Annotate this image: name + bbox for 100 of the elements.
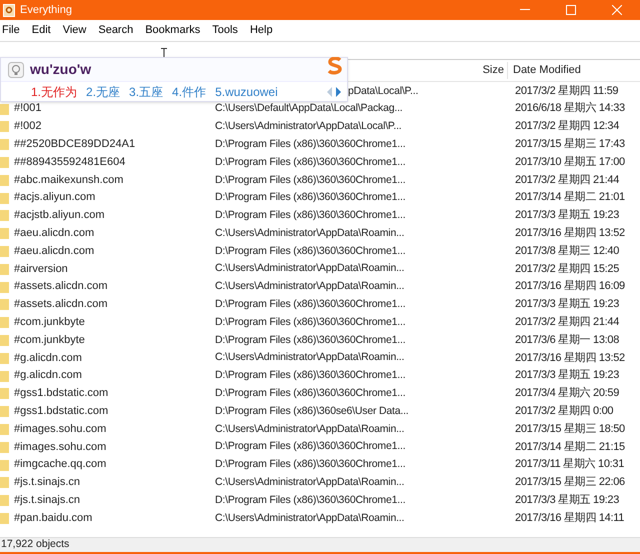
date-modified: 2017/3/15 星期三 18:50 <box>514 422 625 437</box>
file-name[interactable]: #gss1.bdstatic.com <box>14 402 108 420</box>
file-name[interactable]: #imgcache.qq.com <box>14 456 106 473</box>
file-path: D:\Program Files (x86)\360\360Chrome1... <box>215 244 406 257</box>
file-name[interactable]: ##2520BDCE89DD24A1 <box>14 136 136 153</box>
menu-item[interactable]: Edit <box>30 22 53 39</box>
date-modified: 2017/3/2 星期四 0:00 <box>514 404 614 419</box>
minimize-icon <box>520 9 530 11</box>
file-name[interactable]: #!002 <box>14 118 42 135</box>
date-modified: 2017/3/16 星期四 13:52 <box>514 226 625 242</box>
file-name[interactable]: #com.junkbyte <box>14 314 85 330</box>
candidate[interactable]: 4.件作 <box>172 82 206 100</box>
date-modified: 2017/3/14 星期二 21:01 <box>514 190 625 206</box>
file-name[interactable]: #js.t.sinajs.cn <box>14 474 80 491</box>
folder-icon <box>0 138 9 150</box>
maximize-icon <box>566 5 576 15</box>
candidate[interactable]: 3.五座 <box>129 82 164 100</box>
file-name[interactable]: #aeu.alicdn.com <box>14 242 94 260</box>
date-modified: 2017/3/16 星期四 16:09 <box>514 279 625 294</box>
date-modified: 2017/3/8 星期三 12:40 <box>514 244 620 259</box>
file-path: D:\Program Files (x86)\360\360Chrome1... <box>215 458 406 470</box>
folder-icon <box>0 262 9 275</box>
folder-icon <box>0 370 9 382</box>
date-modified: 2017/3/6 星期一 13:08 <box>514 332 620 348</box>
folder-icon <box>0 387 9 400</box>
file-name[interactable]: #js.t.sinajs.cn <box>14 492 80 508</box>
menu-item[interactable]: Tools <box>210 22 240 39</box>
file-name[interactable]: #gss1.bdstatic.com <box>14 385 108 402</box>
date-modified: 2017/3/3 星期五 19:23 <box>514 368 620 384</box>
date-modified: 2017/3/16 星期四 14:11 <box>514 510 624 526</box>
logo-icon <box>327 56 343 74</box>
file-name[interactable]: #acjs.aliyun.com <box>14 189 96 206</box>
folder-icon <box>0 102 9 115</box>
file-path: D:\Program Files (x86)\360\360Chrome1... <box>215 191 406 204</box>
file-path: D:\Program Files (x86)\360\360Chrome1... <box>215 174 406 186</box>
file-path: C:\Users\Administrator\AppData\Roamin... <box>215 262 404 274</box>
date-modified: 2017/3/3 星期五 19:23 <box>514 297 620 312</box>
menu-item[interactable]: Bookmarks <box>143 22 202 39</box>
file-path: C:\Users\Administrator\AppData\Roamin... <box>215 512 404 524</box>
file-path: D:\Program Files (x86)\360se6\User Data... <box>215 404 409 417</box>
folder-icon <box>0 405 9 418</box>
ime-input[interactable]: wu'zuo'w <box>30 59 92 80</box>
file-path: D:\Program Files (x86)\360\360Chrome1... <box>215 138 406 150</box>
file-path: C:\Users\Administrator\AppData\Local\P... <box>215 120 402 132</box>
folder-icon <box>0 120 9 132</box>
folder-icon <box>0 245 9 258</box>
file-name[interactable]: #images.sohu.com <box>14 420 106 438</box>
candidate[interactable]: 2.无座 <box>86 82 120 100</box>
folder-icon <box>0 458 9 471</box>
menu-item[interactable]: Help <box>248 22 275 39</box>
file-name[interactable]: #abc.maikexunsh.com <box>14 172 124 188</box>
file-name[interactable]: #aeu.alicdn.com <box>14 225 94 242</box>
date-modified: 2017/3/2 星期四 15:25 <box>514 262 620 277</box>
file-name[interactable]: #com.junkbyte <box>14 332 85 348</box>
file-path: D:\Program Files (x86)\360\360Chrome1... <box>215 298 406 310</box>
file-path: D:\Program Files (x86)\360\360Chrome1... <box>215 494 406 506</box>
file-path: C:\Users\Administrator\AppData\Roamin... <box>215 280 404 292</box>
file-name[interactable]: #g.alicdn.com <box>14 350 82 366</box>
date-modified: 2017/3/2 星期四 21:44 <box>514 315 620 330</box>
candidate[interactable]: 5.wuzuowei <box>215 82 278 100</box>
date-modified: 2017/3/2 星期四 11:59 <box>514 84 618 99</box>
file-name[interactable]: #acjstb.aliyun.com <box>14 207 104 224</box>
folder-icon <box>0 298 9 310</box>
file-path: D:\Program Files (x86)\360\360Chrome1... <box>215 334 406 346</box>
file-name[interactable]: #pan.baidu.com <box>14 510 92 526</box>
page-arrows-icon[interactable] <box>327 86 341 96</box>
folder-icon <box>0 227 9 240</box>
folder-icon <box>0 423 9 436</box>
file-name[interactable]: #assets.alicdn.com <box>14 296 108 313</box>
date-modified: 2017/3/2 星期四 12:34 <box>514 119 620 134</box>
folder-icon <box>0 192 9 204</box>
menu-item[interactable]: File <box>0 22 22 39</box>
column-header[interactable]: Size <box>430 62 508 79</box>
date-modified: 2017/3/2 星期四 21:44 <box>514 172 620 188</box>
folder-icon <box>0 440 9 453</box>
date-modified: 2017/3/16 星期四 13:52 <box>514 350 625 366</box>
menu-item[interactable]: View <box>60 22 88 39</box>
file-path: D:\Program Files (x86)\360\360Chrome1... <box>215 209 406 222</box>
app-icon <box>3 4 15 16</box>
date-modified: 2017/3/4 星期六 20:59 <box>514 386 620 402</box>
lightbulb-icon <box>8 62 24 78</box>
file-path: pData\Local\P... <box>348 84 418 97</box>
column-header[interactable]: Date Modified <box>508 62 581 79</box>
file-path: C:\Users\Administrator\AppData\Roamin... <box>215 226 404 239</box>
folder-icon <box>0 174 9 186</box>
close-icon <box>612 5 622 15</box>
file-name[interactable]: #!001 <box>14 100 42 117</box>
file-name[interactable]: #images.sohu.com <box>14 438 106 456</box>
file-name[interactable]: ##889435592481E604 <box>14 154 126 170</box>
candidate[interactable]: 1.无作为 <box>31 82 78 100</box>
date-modified: 2017/3/11 星期六 10:31 <box>514 456 624 472</box>
date-modified: 2017/3/10 星期五 17:00 <box>514 154 625 170</box>
folder-icon <box>0 316 9 328</box>
file-name[interactable]: #assets.alicdn.com <box>14 278 108 295</box>
file-path: C:\Users\Administrator\AppData\Roamin... <box>215 351 404 364</box>
file-name[interactable]: #airversion <box>14 260 68 278</box>
file-name[interactable]: #g.alicdn.com <box>14 367 82 384</box>
date-modified: 2017/3/3 星期五 19:23 <box>514 208 620 224</box>
date-modified: 2017/3/3 星期五 19:23 <box>514 492 620 508</box>
menu-item[interactable]: Search <box>96 22 136 39</box>
